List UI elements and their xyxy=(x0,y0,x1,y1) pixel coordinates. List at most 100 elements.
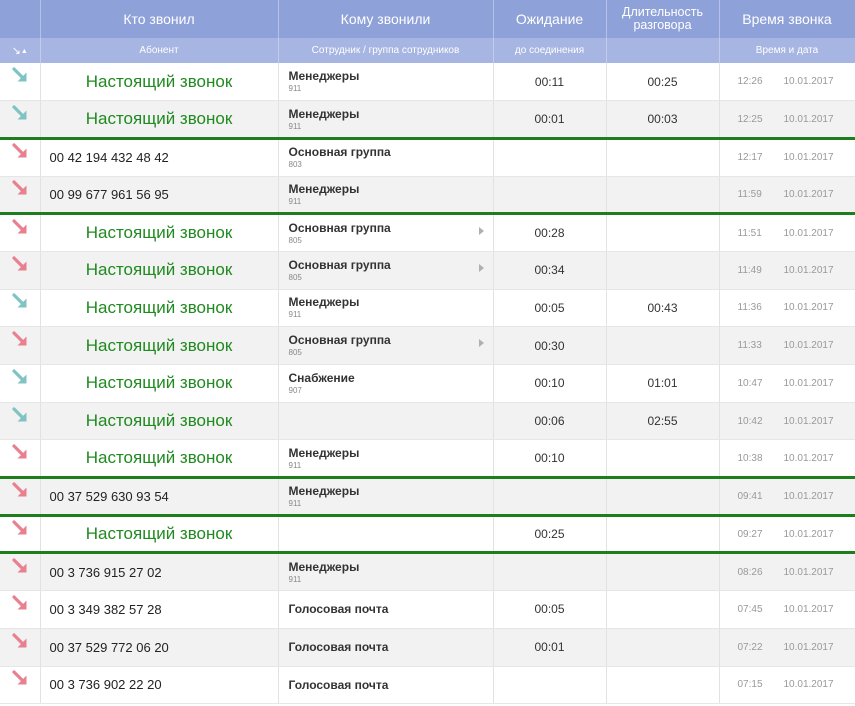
wait-cell: 00:10 xyxy=(493,439,607,479)
incoming-answered-icon xyxy=(11,66,29,84)
table-row[interactable]: Настоящий звонок Менеджеры 911 00:11 00:25 12… xyxy=(0,63,855,102)
call-time: 09:41 xyxy=(737,490,763,502)
header-wait[interactable]: Ожидание xyxy=(493,0,607,38)
subheader-wait: до соединения xyxy=(493,38,607,63)
target-cell[interactable]: Основная группа 805 xyxy=(278,212,494,252)
target-name: Основная группа xyxy=(288,333,391,348)
table-row[interactable]: Настоящий звонок Менеджеры 911 00:05 00:43 11… xyxy=(0,289,855,328)
table-row[interactable]: 00 37 529 630 93 54 Менеджеры 911 09:41 10.0… xyxy=(0,476,855,516)
target-number: 907 xyxy=(288,385,302,395)
table-row[interactable]: Настоящий звонок Основная группа 805 00:28 1… xyxy=(0,212,855,252)
duration-cell: 00:43 xyxy=(606,289,720,328)
target-cell: Голосовая почта xyxy=(278,666,494,705)
datetime-cell: 12:17 10.01.2017 xyxy=(719,136,855,177)
header-duration[interactable]: Длительность разговора xyxy=(606,0,720,38)
sort-desc-arrow-icon: ↘▲ xyxy=(11,45,28,57)
datetime-cell: 11:49 10.01.2017 xyxy=(719,251,855,290)
call-direction-cell xyxy=(0,100,41,139)
expand-caret-icon[interactable] xyxy=(478,263,484,272)
table-row[interactable]: Настоящий звонок Основная группа 805 00:30 1… xyxy=(0,326,855,365)
incoming-answered-icon xyxy=(11,368,29,386)
wait-cell: 00:05 xyxy=(493,289,607,328)
target-cell: Менеджеры 911 xyxy=(278,100,494,139)
datetime-cell: 07:22 10.01.2017 xyxy=(719,628,855,667)
target-cell[interactable]: Основная группа 805 xyxy=(278,251,494,290)
call-date: 10.01.2017 xyxy=(783,679,834,691)
table-row[interactable]: Настоящий звонок 00:25 09:27 10.01.2017 xyxy=(0,513,855,554)
header-target[interactable]: Кому звонили xyxy=(278,0,494,38)
sort-toggle[interactable]: ↘▲ xyxy=(0,38,41,63)
table-row[interactable]: 00 99 677 961 56 95 Менеджеры 911 11:59 10.0… xyxy=(0,176,855,215)
datetime-cell: 12:25 10.01.2017 xyxy=(719,100,855,139)
call-time: 12:26 xyxy=(737,76,763,88)
duration-cell xyxy=(606,476,720,516)
call-date: 10.01.2017 xyxy=(783,490,834,502)
incoming-missed-icon xyxy=(11,218,29,236)
call-time: 11:36 xyxy=(737,302,762,314)
datetime-cell: 10:42 10.01.2017 xyxy=(719,402,855,441)
call-time: 11:49 xyxy=(737,264,762,276)
target-number: 805 xyxy=(288,348,302,358)
table-row[interactable]: Настоящий звонок Менеджеры 911 00:01 00:03 12… xyxy=(0,100,855,139)
datetime-cell: 08:26 10.01.2017 xyxy=(719,551,855,592)
wait-cell xyxy=(493,666,607,705)
target-cell: Менеджеры 911 xyxy=(278,176,494,215)
call-time: 07:15 xyxy=(737,679,763,691)
table-row[interactable]: 00 37 529 772 06 20 Голосовая почта 00:01 0… xyxy=(0,628,855,667)
datetime-cell: 12:26 10.01.2017 xyxy=(719,63,855,102)
target-number: 911 xyxy=(288,460,302,470)
header-datetime[interactable]: Время звонка xyxy=(719,0,855,38)
incoming-missed-icon xyxy=(11,632,29,650)
call-date: 10.01.2017 xyxy=(783,566,834,578)
header-corner xyxy=(0,0,41,38)
datetime-cell: 11:51 10.01.2017 xyxy=(719,212,855,252)
call-direction-cell xyxy=(0,476,41,516)
target-name: Менеджеры xyxy=(288,69,360,84)
incoming-missed-icon xyxy=(11,142,29,160)
expand-caret-icon[interactable] xyxy=(478,339,484,348)
call-time: 12:25 xyxy=(737,113,763,125)
call-date: 10.01.2017 xyxy=(783,452,834,464)
wait-cell: 00:05 xyxy=(493,590,607,629)
datetime-cell: 07:45 10.01.2017 xyxy=(719,590,855,629)
duration-cell xyxy=(606,251,720,290)
datetime-cell: 10:47 10.01.2017 xyxy=(719,364,855,403)
table-row[interactable]: Настоящий звонок Снабжение 907 00:10 01:01 10… xyxy=(0,364,855,403)
datetime-cell: 07:15 10.01.2017 xyxy=(719,666,855,705)
target-name: Снабжение xyxy=(288,370,355,385)
target-cell: Менеджеры 911 xyxy=(278,439,494,479)
expand-caret-icon[interactable] xyxy=(478,227,484,236)
call-direction-cell xyxy=(0,289,41,328)
call-direction-cell xyxy=(0,551,41,592)
call-date: 10.01.2017 xyxy=(783,415,834,427)
call-time: 07:45 xyxy=(737,603,763,615)
caller-cell: 00 99 677 961 56 95 xyxy=(40,176,279,215)
table-row[interactable]: 00 3 736 902 22 20 Голосовая почта 07:15 10… xyxy=(0,666,855,705)
incoming-missed-icon xyxy=(11,519,29,537)
table-row[interactable]: 00 3 736 915 27 02 Менеджеры 911 08:26 10.01… xyxy=(0,551,855,592)
target-name: Менеджеры xyxy=(288,295,360,310)
table-row[interactable]: Настоящий звонок 00:06 02:55 10:42 10.01.201… xyxy=(0,402,855,441)
subheader-target: Сотрудник / группа сотрудников xyxy=(278,38,494,63)
target-number: 911 xyxy=(288,574,302,584)
call-date: 10.01.2017 xyxy=(783,302,834,314)
incoming-missed-icon xyxy=(11,669,29,687)
table-row[interactable]: Настоящий звонок Менеджеры 911 00:10 10:38 10… xyxy=(0,439,855,479)
header-caller[interactable]: Кто звонил xyxy=(40,0,279,38)
caller-cell: Настоящий звонок xyxy=(40,251,279,290)
target-cell xyxy=(278,402,494,441)
duration-cell: 00:03 xyxy=(606,100,720,139)
table-row[interactable]: 00 3 349 382 57 28 Голосовая почта 00:05 07… xyxy=(0,590,855,629)
table-row[interactable]: 00 42 194 432 48 42 Основная группа 803 12:… xyxy=(0,136,855,177)
duration-cell xyxy=(606,326,720,365)
wait-cell: 00:01 xyxy=(493,628,607,667)
target-number: 911 xyxy=(288,84,302,94)
target-cell: Менеджеры 911 xyxy=(278,63,494,102)
caller-cell: Настоящий звонок xyxy=(40,100,279,139)
target-cell[interactable]: Основная группа 805 xyxy=(278,326,494,365)
caller-cell: 00 42 194 432 48 42 xyxy=(40,136,279,177)
target-number: 911 xyxy=(288,310,302,320)
target-name: Менеджеры xyxy=(288,483,360,498)
table-row[interactable]: Настоящий звонок Основная группа 805 00:34 1… xyxy=(0,251,855,290)
call-time: 10:38 xyxy=(737,452,763,464)
